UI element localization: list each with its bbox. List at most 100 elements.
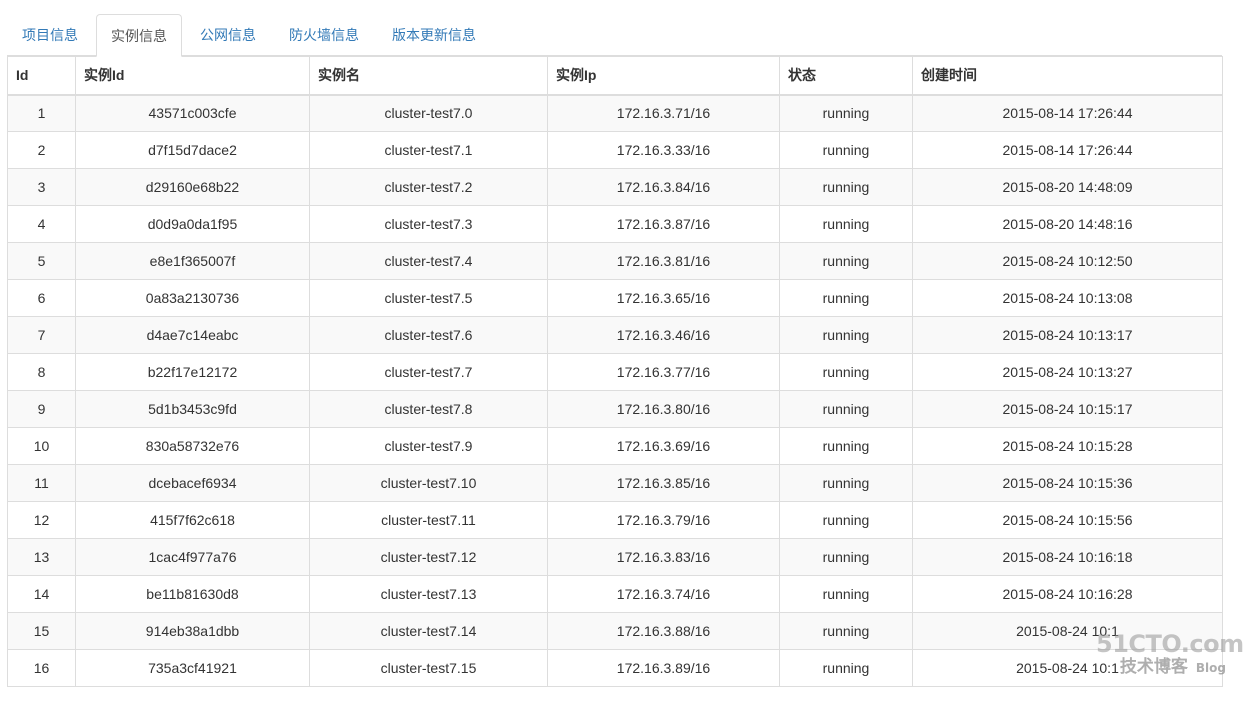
header-instance-id: 实例Id bbox=[75, 56, 310, 96]
cell-status: running bbox=[779, 427, 913, 465]
cell-id: 6 bbox=[7, 279, 76, 317]
cell-status: running bbox=[779, 538, 913, 576]
table-row: 13 1cac4f977a76 cluster-test7.12 172.16.3.8… bbox=[7, 538, 1223, 576]
table-row: 12 415f7f62c618 cluster-test7.11 172.16.3.7… bbox=[7, 501, 1223, 539]
cell-instance-ip: 172.16.3.85/16 bbox=[547, 464, 780, 502]
table-row: 3 d29160e68b22 cluster-test7.2 172.16.3.84/… bbox=[7, 168, 1223, 206]
cell-instance-id: 5d1b3453c9fd bbox=[75, 390, 310, 428]
cell-instance-ip: 172.16.3.46/16 bbox=[547, 316, 780, 354]
cell-instance-name: cluster-test7.8 bbox=[309, 390, 548, 428]
cell-instance-id: d4ae7c14eabc bbox=[75, 316, 310, 354]
tab-project-info[interactable]: 项目信息 bbox=[7, 14, 93, 56]
cell-created-time: 2015-08-24 10:1 bbox=[912, 612, 1223, 650]
tab-firewall-info[interactable]: 防火墙信息 bbox=[274, 14, 374, 56]
cell-created-time: 2015-08-20 14:48:09 bbox=[912, 168, 1223, 206]
cell-id: 5 bbox=[7, 242, 76, 280]
cell-instance-ip: 172.16.3.71/16 bbox=[547, 94, 780, 132]
cell-id: 13 bbox=[7, 538, 76, 576]
cell-instance-ip: 172.16.3.81/16 bbox=[547, 242, 780, 280]
cell-id: 16 bbox=[7, 649, 76, 687]
tab-instance-info[interactable]: 实例信息 bbox=[96, 14, 182, 57]
cell-instance-name: cluster-test7.2 bbox=[309, 168, 548, 206]
table-row: 15 914eb38a1dbb cluster-test7.14 172.16.3.8… bbox=[7, 612, 1223, 650]
table-row: 14 be11b81630d8 cluster-test7.13 172.16.3.7… bbox=[7, 575, 1223, 613]
cell-id: 11 bbox=[7, 464, 76, 502]
header-instance-name: 实例名 bbox=[309, 56, 548, 96]
cell-created-time: 2015-08-24 10:16:18 bbox=[912, 538, 1223, 576]
header-id: Id bbox=[7, 56, 76, 96]
cell-instance-name: cluster-test7.3 bbox=[309, 205, 548, 243]
tab-version-update-info[interactable]: 版本更新信息 bbox=[377, 14, 491, 56]
cell-instance-ip: 172.16.3.88/16 bbox=[547, 612, 780, 650]
table-row: 5 e8e1f365007f cluster-test7.4 172.16.3.81/… bbox=[7, 242, 1223, 280]
cell-status: running bbox=[779, 94, 913, 132]
cell-instance-ip: 172.16.3.89/16 bbox=[547, 649, 780, 687]
cell-created-time: 2015-08-20 14:48:16 bbox=[912, 205, 1223, 243]
cell-id: 1 bbox=[7, 94, 76, 132]
header-status: 状态 bbox=[779, 56, 913, 96]
cell-instance-ip: 172.16.3.69/16 bbox=[547, 427, 780, 465]
cell-created-time: 2015-08-24 10:15:56 bbox=[912, 501, 1223, 539]
cell-instance-id: 415f7f62c618 bbox=[75, 501, 310, 539]
cell-instance-name: cluster-test7.12 bbox=[309, 538, 548, 576]
cell-instance-name: cluster-test7.9 bbox=[309, 427, 548, 465]
cell-instance-ip: 172.16.3.33/16 bbox=[547, 131, 780, 169]
cell-status: running bbox=[779, 575, 913, 613]
cell-instance-name: cluster-test7.4 bbox=[309, 242, 548, 280]
table-row: 8 b22f17e12172 cluster-test7.7 172.16.3.77/… bbox=[7, 353, 1223, 391]
cell-id: 10 bbox=[7, 427, 76, 465]
instance-panel: 项目信息 实例信息 公网信息 防火墙信息 版本更新信息 Id 实例Id 实例名 … bbox=[7, 14, 1223, 687]
cell-created-time: 2015-08-24 10:13:08 bbox=[912, 279, 1223, 317]
cell-instance-ip: 172.16.3.87/16 bbox=[547, 205, 780, 243]
table-row: 1 43571c003cfe cluster-test7.0 172.16.3.71/… bbox=[7, 94, 1223, 132]
cell-status: running bbox=[779, 390, 913, 428]
instance-table: Id 实例Id 实例名 实例Ip 状态 创建时间 1 43571c003cfe cl… bbox=[7, 56, 1223, 687]
cell-instance-ip: 172.16.3.74/16 bbox=[547, 575, 780, 613]
table-row: 11 dcebacef6934 cluster-test7.10 172.16.3.8… bbox=[7, 464, 1223, 502]
cell-status: running bbox=[779, 464, 913, 502]
cell-instance-name: cluster-test7.5 bbox=[309, 279, 548, 317]
cell-id: 4 bbox=[7, 205, 76, 243]
cell-instance-ip: 172.16.3.84/16 bbox=[547, 168, 780, 206]
cell-instance-name: cluster-test7.13 bbox=[309, 575, 548, 613]
header-instance-ip: 实例Ip bbox=[547, 56, 780, 96]
cell-status: running bbox=[779, 168, 913, 206]
cell-created-time: 2015-08-14 17:26:44 bbox=[912, 94, 1223, 132]
cell-status: running bbox=[779, 242, 913, 280]
table-row: 9 5d1b3453c9fd cluster-test7.8 172.16.3.80/… bbox=[7, 390, 1223, 428]
cell-status: running bbox=[779, 649, 913, 687]
cell-instance-name: cluster-test7.14 bbox=[309, 612, 548, 650]
cell-id: 7 bbox=[7, 316, 76, 354]
cell-instance-name: cluster-test7.15 bbox=[309, 649, 548, 687]
tab-bar: 项目信息 实例信息 公网信息 防火墙信息 版本更新信息 bbox=[7, 14, 1222, 57]
cell-instance-ip: 172.16.3.83/16 bbox=[547, 538, 780, 576]
cell-created-time: 2015-08-24 10:15:28 bbox=[912, 427, 1223, 465]
cell-instance-id: 735a3cf41921 bbox=[75, 649, 310, 687]
cell-id: 2 bbox=[7, 131, 76, 169]
cell-status: running bbox=[779, 279, 913, 317]
cell-created-time: 2015-08-24 10:12:50 bbox=[912, 242, 1223, 280]
cell-instance-ip: 172.16.3.65/16 bbox=[547, 279, 780, 317]
table-row: 2 d7f15d7dace2 cluster-test7.1 172.16.3.33/… bbox=[7, 131, 1223, 169]
cell-instance-name: cluster-test7.11 bbox=[309, 501, 548, 539]
cell-instance-id: 830a58732e76 bbox=[75, 427, 310, 465]
table-row: 7 d4ae7c14eabc cluster-test7.6 172.16.3.46/… bbox=[7, 316, 1223, 354]
cell-id: 12 bbox=[7, 501, 76, 539]
cell-instance-id: be11b81630d8 bbox=[75, 575, 310, 613]
cell-status: running bbox=[779, 131, 913, 169]
cell-instance-id: e8e1f365007f bbox=[75, 242, 310, 280]
cell-id: 15 bbox=[7, 612, 76, 650]
cell-status: running bbox=[779, 353, 913, 391]
cell-instance-id: 0a83a2130736 bbox=[75, 279, 310, 317]
cell-created-time: 2015-08-24 10:13:17 bbox=[912, 316, 1223, 354]
cell-status: running bbox=[779, 316, 913, 354]
table-row: 16 735a3cf41921 cluster-test7.15 172.16.3.8… bbox=[7, 649, 1223, 687]
cell-id: 8 bbox=[7, 353, 76, 391]
cell-instance-name: cluster-test7.1 bbox=[309, 131, 548, 169]
cell-status: running bbox=[779, 205, 913, 243]
cell-instance-id: d7f15d7dace2 bbox=[75, 131, 310, 169]
table-row: 6 0a83a2130736 cluster-test7.5 172.16.3.65/… bbox=[7, 279, 1223, 317]
cell-instance-ip: 172.16.3.77/16 bbox=[547, 353, 780, 391]
cell-instance-id: d29160e68b22 bbox=[75, 168, 310, 206]
tab-public-network-info[interactable]: 公网信息 bbox=[185, 14, 271, 56]
